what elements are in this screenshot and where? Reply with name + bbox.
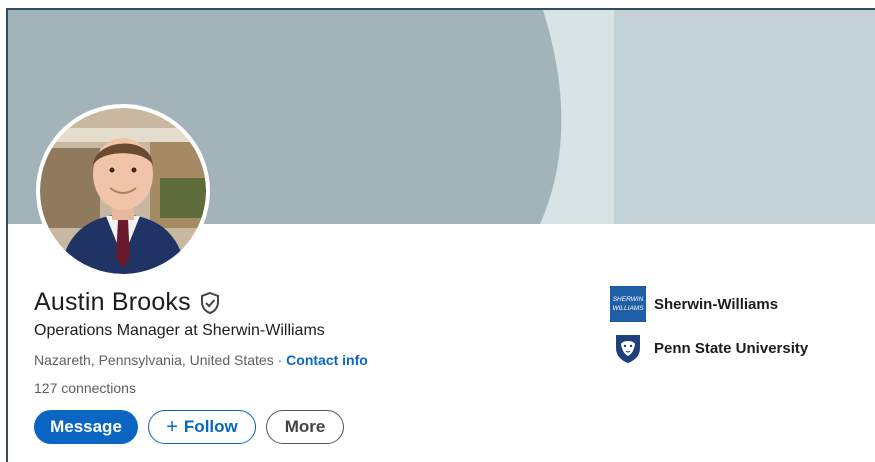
profile-location: Nazareth, Pennsylvania, United States bbox=[34, 352, 274, 368]
follow-button[interactable]: + Follow bbox=[148, 410, 256, 444]
sherwin-logo-text-top: SHERWIN bbox=[613, 296, 644, 303]
more-button[interactable]: More bbox=[266, 410, 344, 444]
message-button[interactable]: Message bbox=[34, 410, 138, 444]
org-name-sherwin-williams: Sherwin-Williams bbox=[654, 295, 779, 313]
plus-icon: + bbox=[166, 415, 178, 438]
profile-name: Austin Brooks bbox=[34, 288, 191, 316]
follow-label: Follow bbox=[183, 417, 238, 436]
location-separator: · bbox=[273, 352, 287, 368]
org-item-sherwin-williams[interactable]: SHERWIN WILLIAMS Sherwin-Williams bbox=[610, 286, 808, 322]
name-row: Austin Brooks bbox=[34, 288, 221, 317]
profile-headline: Operations Manager at Sherwin-Williams bbox=[34, 322, 325, 339]
location-row: Nazareth, Pennsylvania, United States · … bbox=[34, 352, 368, 368]
avatar-photo bbox=[40, 108, 206, 274]
profile-card: Austin Brooks Operations Manager at Sher… bbox=[6, 8, 875, 462]
verified-shield-icon[interactable] bbox=[199, 291, 221, 315]
sherwin-logo-text-bottom: WILLIAMS bbox=[612, 305, 644, 312]
sherwin-williams-logo-icon: SHERWIN WILLIAMS bbox=[610, 286, 646, 322]
organizations-list: SHERWIN WILLIAMS Sherwin-Williams Penn S… bbox=[610, 286, 808, 374]
profile-avatar[interactable] bbox=[36, 104, 210, 278]
org-item-penn-state[interactable]: Penn State University bbox=[610, 330, 808, 366]
penn-state-shield-icon bbox=[616, 335, 640, 363]
profile-actions: Message + Follow More bbox=[34, 410, 344, 444]
org-name-penn-state: Penn State University bbox=[654, 339, 809, 357]
contact-info-link[interactable]: Contact info bbox=[286, 352, 368, 368]
connections-count[interactable]: 127 connections bbox=[34, 380, 136, 396]
